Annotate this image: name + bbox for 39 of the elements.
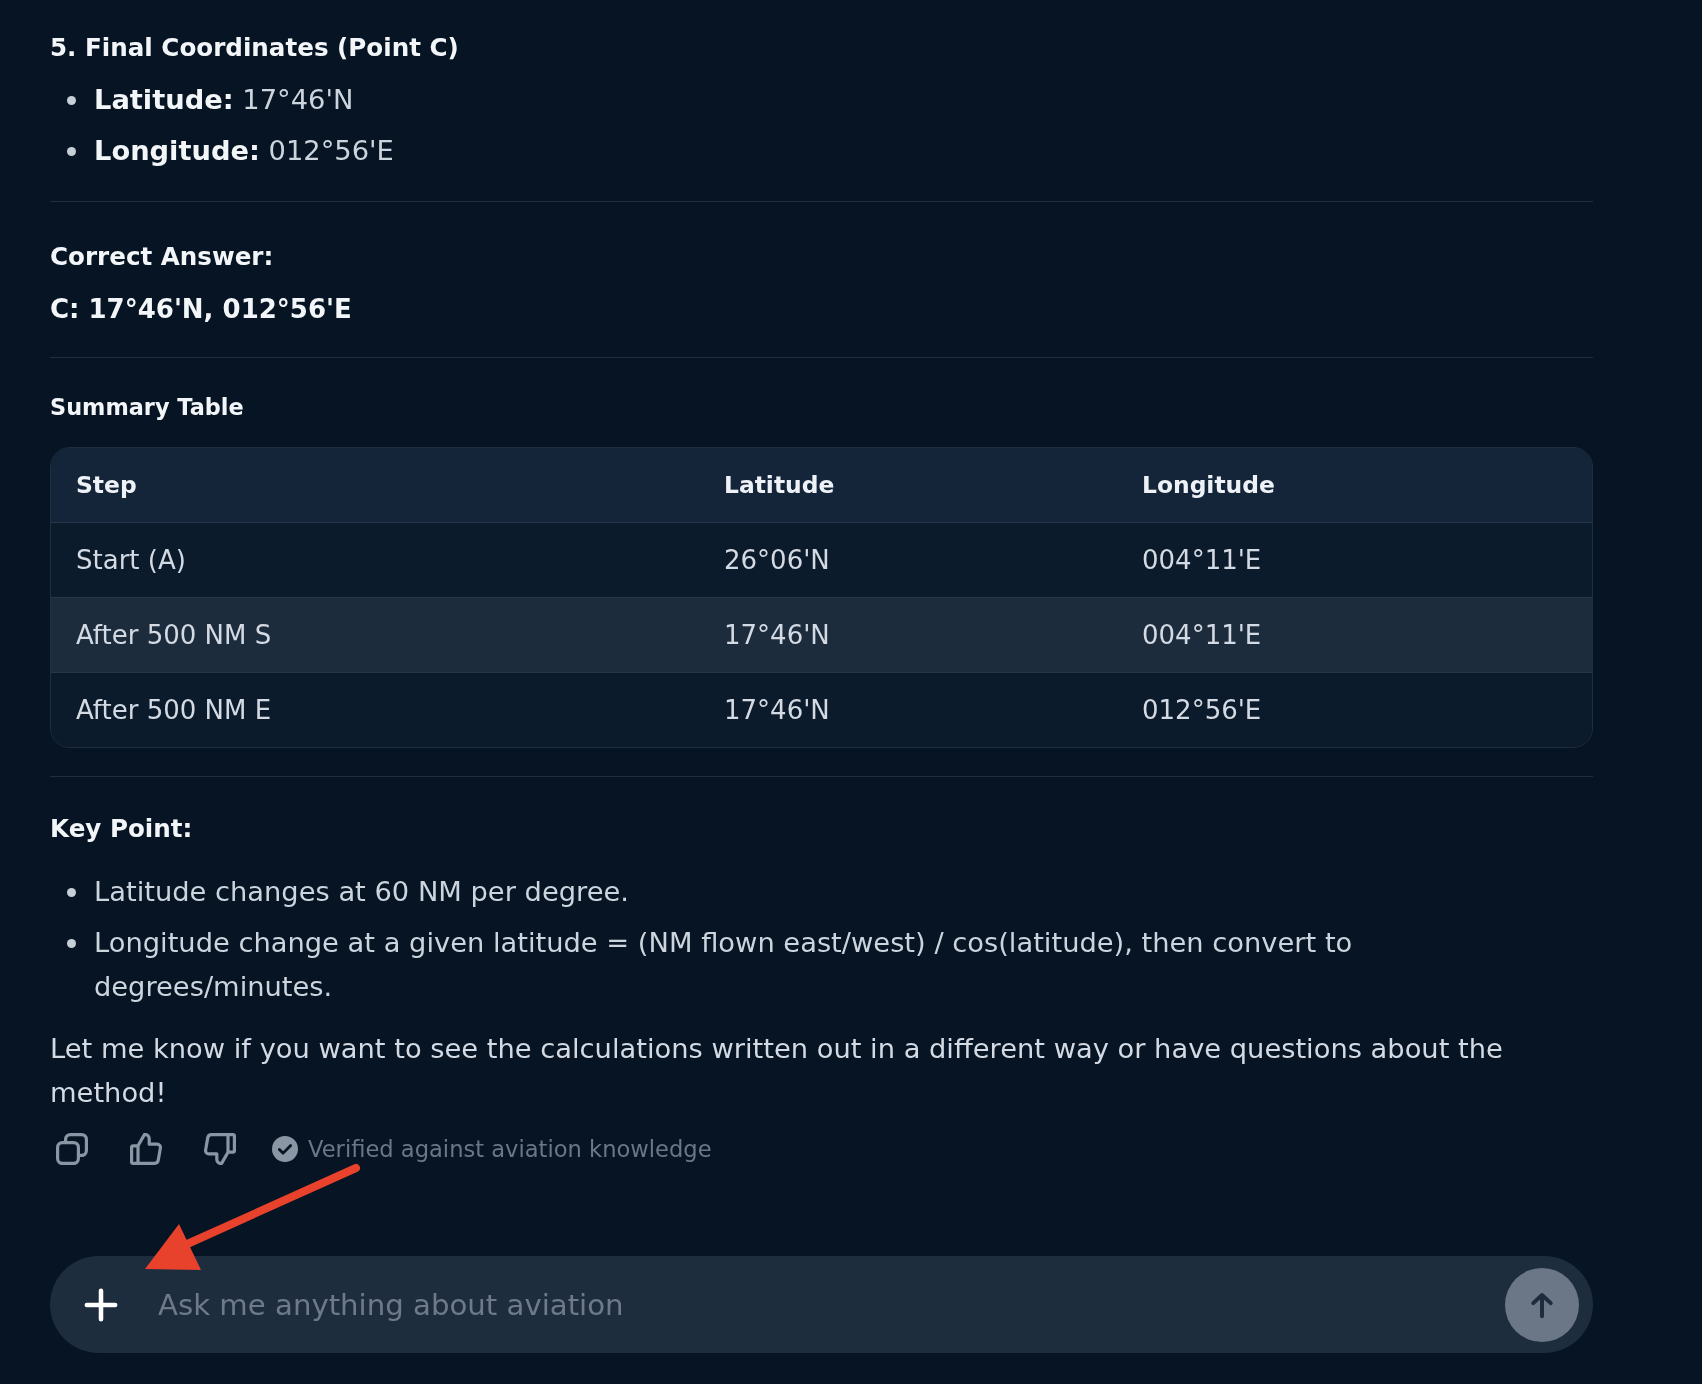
bullet-icon — [67, 147, 76, 156]
answer-text: C: 17°46'N, 012°56'E — [50, 293, 352, 326]
table-cell-text: 004°11'E — [1141, 545, 1262, 575]
table-cell-text: 17°46'N — [723, 695, 830, 725]
table-cell-text: 004°11'E — [1141, 620, 1262, 650]
section-heading: Correct Answer: — [50, 241, 274, 273]
thumbs-down-button[interactable] — [204, 1133, 236, 1165]
table-cell-text: 17°46'N — [723, 620, 830, 650]
copy-icon — [56, 1133, 88, 1165]
section-heading: 5. Final Coordinates (Point C) — [50, 32, 459, 64]
table-cell-text: After 500 NM S — [75, 620, 272, 650]
list-item-text: Latitude changes at 60 NM per degree. — [94, 875, 629, 909]
thumbs-up-button[interactable] — [130, 1133, 162, 1165]
bullet-icon — [67, 888, 76, 897]
column-header: Longitude — [1141, 471, 1275, 499]
table-cell-text: 26°06'N — [723, 545, 830, 575]
send-button[interactable] — [1505, 1267, 1579, 1342]
table-title: Summary Table — [50, 393, 244, 422]
section-heading: Key Point: — [50, 813, 193, 845]
list-item-text: Longitude change at a given latitude = (NM flown east/west) / cos(latitude), then convert to degrees/minutes. — [94, 926, 1354, 1004]
message-input[interactable]: Ask me anything about aviation — [158, 1280, 1505, 1329]
list-item-text: Latitude: 17°46'N — [94, 83, 354, 117]
closing-message: Let me know if you want to see the calculations written out in a different way or have questions about the method! — [50, 1032, 1504, 1110]
thumbs-up-icon — [130, 1133, 162, 1165]
table-cell-text: After 500 NM E — [75, 695, 272, 725]
add-button[interactable] — [84, 1287, 118, 1322]
thumbs-down-icon — [204, 1133, 236, 1165]
list-item-text: Longitude: 012°56'E — [94, 134, 394, 168]
copy-button[interactable] — [56, 1133, 88, 1165]
table-cell-text: 012°56'E — [1141, 695, 1262, 725]
table-cell-text: Start (A) — [75, 545, 186, 575]
bullet-icon — [67, 939, 76, 948]
verified-label: Verified against aviation knowledge — [308, 1136, 712, 1162]
bullet-icon — [67, 96, 76, 105]
column-header: Step — [75, 471, 137, 499]
column-header: Latitude — [723, 471, 835, 499]
check-circle-icon — [272, 1136, 298, 1162]
plus-icon — [84, 1287, 118, 1322]
composer-field[interactable]: Ask me anything about aviation — [50, 1256, 1593, 1353]
